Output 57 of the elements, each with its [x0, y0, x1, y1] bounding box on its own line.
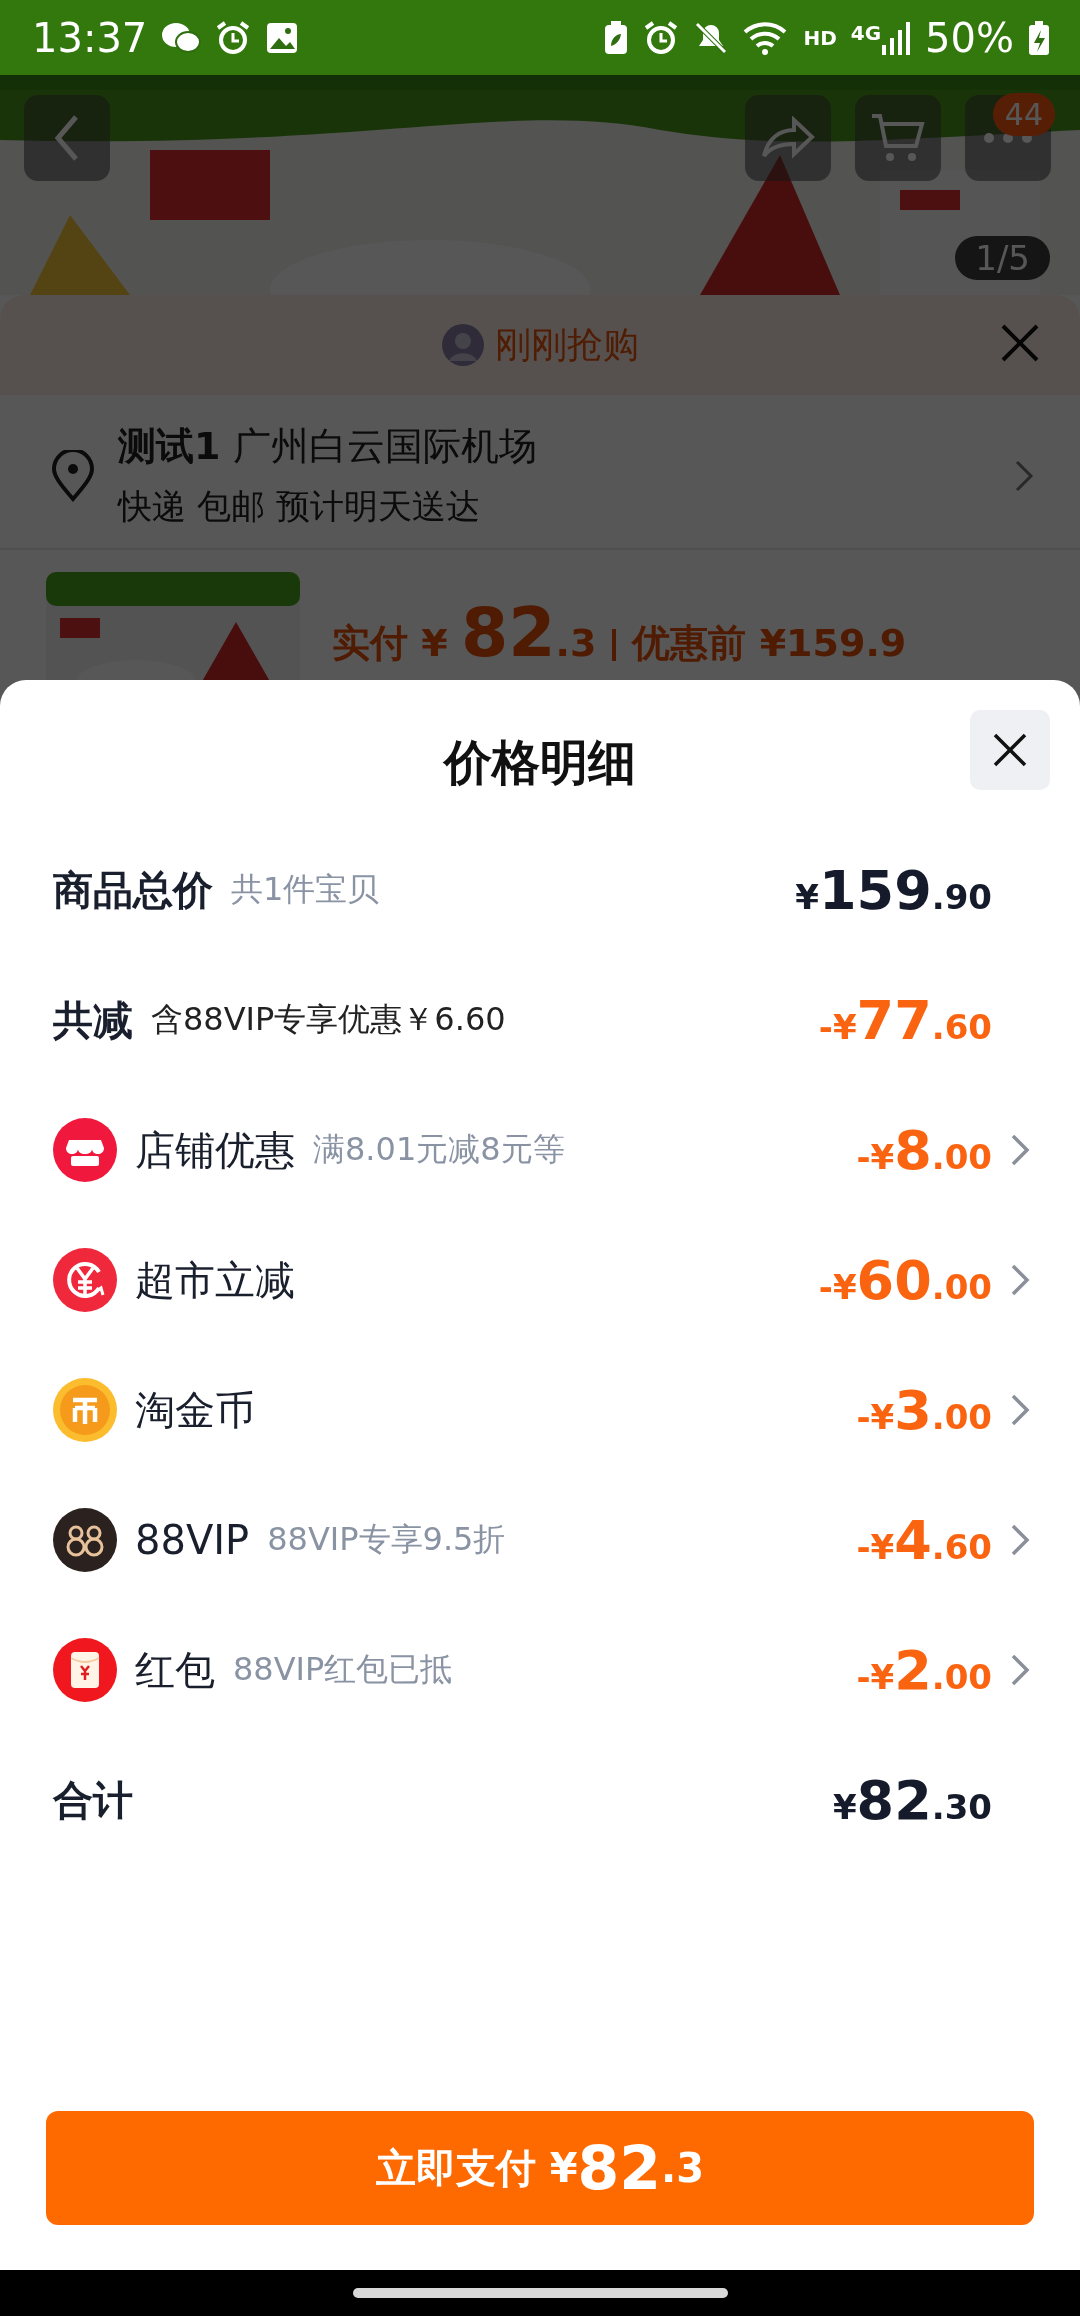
vip-badge-icon: [53, 1508, 117, 1572]
sheet-title: 价格明细: [444, 732, 636, 792]
alarm-icon: [643, 19, 680, 56]
amount-text: -¥3.00: [856, 1378, 992, 1442]
row-label: 超市立减: [135, 1255, 295, 1305]
chevron-right-icon[interactable]: [1014, 458, 1034, 493]
chevron-right-icon[interactable]: [1010, 1393, 1030, 1427]
signal-icon: [881, 20, 912, 55]
battery-saver-icon: [603, 19, 630, 56]
payment-summary: 实付 ¥ 82.3 优惠前 ¥159.9: [332, 592, 907, 672]
row-note: 共1件宝贝: [231, 869, 380, 910]
battery-percent: 50%: [925, 14, 1014, 61]
pay-now-button[interactable]: 立即支付 ¥82.3: [46, 2111, 1034, 2225]
amount-text: ¥159.90: [795, 858, 992, 922]
row-label: 88VIP: [135, 1517, 250, 1563]
row-label: 商品总价: [53, 865, 213, 915]
delivery-text: 快递 包邮 预计明天送达: [118, 485, 481, 528]
signal-label: 4G: [850, 20, 882, 45]
location-pin-icon: [50, 449, 96, 502]
close-icon: [992, 732, 1028, 768]
row-label: 合计: [53, 1775, 133, 1825]
image-counter: 1/5: [955, 236, 1050, 280]
image-icon: [265, 20, 300, 55]
battery-charging-icon: [1028, 19, 1050, 56]
amount-text: -¥8.00: [856, 1118, 992, 1182]
row-note: 88VIP红包已抵: [233, 1649, 453, 1690]
storefront-icon: [53, 1118, 117, 1182]
clock-time: 13:37: [32, 14, 148, 61]
address-text: 测试1 广州白云国际机场: [118, 423, 538, 470]
amount-text: -¥77.60: [818, 988, 992, 1052]
chevron-right-icon[interactable]: [1010, 1133, 1030, 1167]
amount-text: -¥2.00: [856, 1638, 992, 1702]
chevron-right-icon[interactable]: [1010, 1263, 1030, 1297]
row-note: 满8.01元减8元等: [313, 1129, 565, 1170]
coin-icon: [53, 1378, 117, 1442]
cart-icon: [870, 112, 926, 164]
row-note: 88VIP专享9.5折: [267, 1519, 506, 1560]
row-note: 含88VIP专享优惠￥6.60: [151, 999, 506, 1040]
row-label: 店铺优惠: [135, 1125, 295, 1175]
amount-text: -¥60.00: [818, 1248, 992, 1312]
network-label: HD: [803, 25, 837, 50]
amount-text: -¥4.60: [856, 1508, 992, 1572]
row-label: 共减: [53, 995, 133, 1045]
share-arrow-icon: [760, 116, 816, 160]
chat-icon: [161, 20, 202, 55]
chevron-right-icon[interactable]: [1010, 1653, 1030, 1687]
amount-text: ¥82.30: [832, 1768, 992, 1832]
yuan-refund-icon: [53, 1248, 117, 1312]
envelope-icon: [53, 1638, 117, 1702]
close-button[interactable]: [970, 710, 1050, 790]
row-label: 淘金币: [135, 1385, 255, 1435]
chevron-right-icon[interactable]: [1010, 1523, 1030, 1557]
alarm-icon: [215, 19, 252, 56]
header-title: 刚刚抢购: [495, 322, 639, 367]
close-icon[interactable]: [1000, 323, 1040, 363]
avatar-icon: [441, 323, 485, 367]
row-label: 红包: [135, 1645, 215, 1695]
